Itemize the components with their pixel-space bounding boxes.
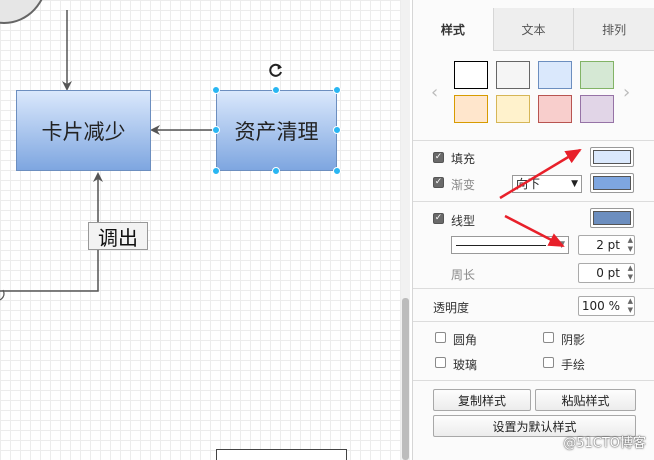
- annotation-layer: [499, 148, 582, 248]
- annotation-arrow-line: [504, 214, 565, 248]
- annotation-arrow-fill: [499, 148, 582, 200]
